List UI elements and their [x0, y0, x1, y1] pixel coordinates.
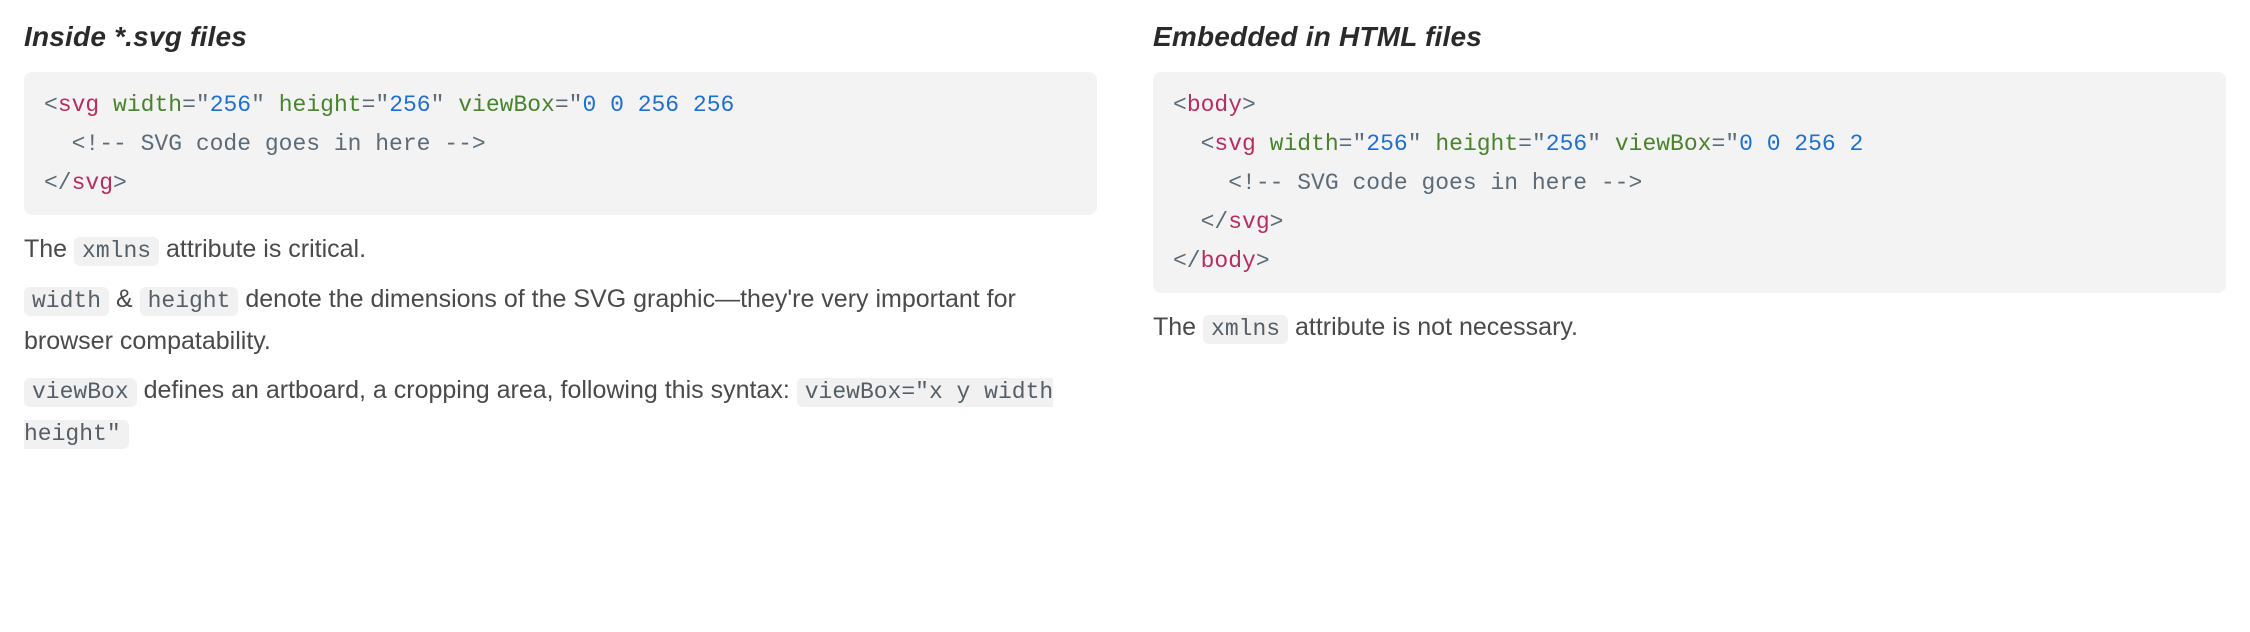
inline-code-xmlns-r: xmlns: [1203, 315, 1288, 344]
attr-width-r: width: [1270, 131, 1339, 157]
tag-svg-open-r: svg: [1214, 131, 1255, 157]
right-column: Embedded in HTML files <body> <svg width…: [1153, 16, 2226, 462]
right-desc-line1: The xmlns attribute is not necessary.: [1153, 307, 2226, 349]
attr-viewbox-r: viewBox: [1615, 131, 1712, 157]
inline-code-height: height: [140, 287, 239, 316]
val-height: 256: [389, 92, 430, 118]
left-desc-line3: viewBox defines an artboard, a cropping …: [24, 370, 1097, 454]
val-viewbox-r: 0 0 256 2: [1739, 131, 1863, 157]
tag-svg-close-r: svg: [1228, 209, 1269, 235]
inline-code-width: width: [24, 287, 109, 316]
svg-comment: <!-- SVG code goes in here -->: [72, 131, 486, 157]
right-code-block: <body> <svg width="256" height="256" vie…: [1153, 72, 2226, 293]
right-description: The xmlns attribute is not necessary.: [1153, 307, 2226, 349]
left-desc-line2: width & height denote the dimensions of …: [24, 279, 1097, 362]
inline-code-viewbox: viewBox: [24, 378, 137, 407]
attr-height: height: [279, 92, 362, 118]
attr-viewbox: viewBox: [458, 92, 555, 118]
angle-open: <: [44, 92, 58, 118]
left-desc-line1: The xmlns attribute is critical.: [24, 229, 1097, 271]
attr-height-r: height: [1435, 131, 1518, 157]
left-description: The xmlns attribute is critical. width &…: [24, 229, 1097, 454]
val-width: 256: [210, 92, 251, 118]
val-height-r: 256: [1546, 131, 1587, 157]
inline-code-xmlns: xmlns: [74, 237, 159, 266]
right-heading: Embedded in HTML files: [1153, 16, 2226, 58]
val-width-r: 256: [1366, 131, 1407, 157]
left-code-block: <svg width="256" height="256" viewBox="0…: [24, 72, 1097, 215]
tag-svg-open: svg: [58, 92, 99, 118]
tag-body-close: body: [1201, 248, 1256, 274]
tag-body-open: body: [1187, 92, 1242, 118]
val-viewbox: 0 0 256 256: [582, 92, 734, 118]
page-root: Inside *.svg files <svg width="256" heig…: [0, 0, 2250, 486]
left-heading: Inside *.svg files: [24, 16, 1097, 58]
attr-width: width: [113, 92, 182, 118]
svg-comment-r: <!-- SVG code goes in here -->: [1228, 170, 1642, 196]
left-column: Inside *.svg files <svg width="256" heig…: [24, 16, 1097, 462]
tag-svg-close: svg: [72, 170, 113, 196]
